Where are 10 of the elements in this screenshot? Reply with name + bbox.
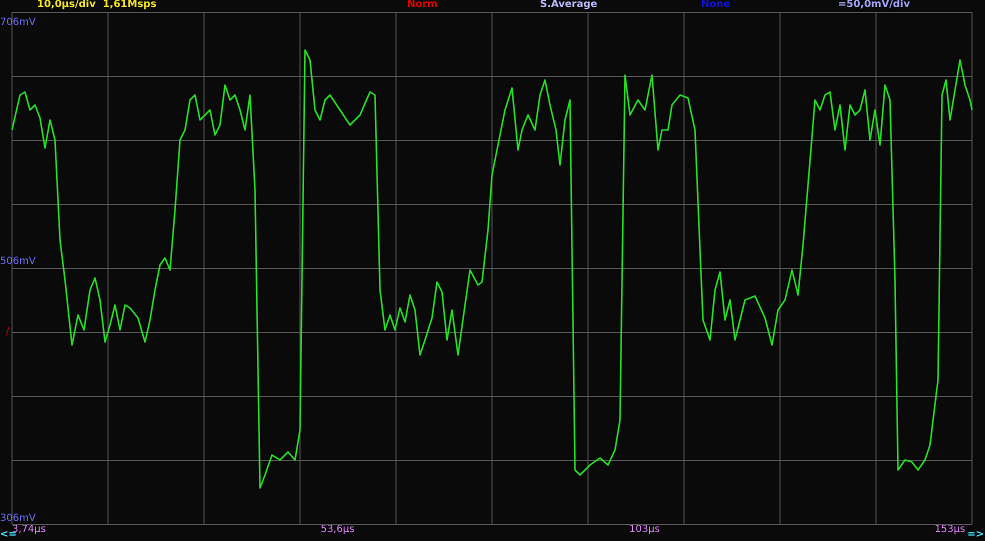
voltage-label: 506mV (0, 257, 36, 267)
scroll-right-button[interactable]: => (967, 530, 985, 540)
time-label: 153µs (934, 525, 966, 535)
time-label: 103µs (629, 525, 660, 535)
trigger-marker: / (6, 327, 10, 337)
voltage-label: 306mV (0, 514, 36, 524)
status-label: None (701, 0, 732, 10)
status-label: Norm (407, 0, 439, 10)
time-label: 53,6µs (320, 525, 354, 535)
voltage-label: 706mV (0, 18, 36, 28)
